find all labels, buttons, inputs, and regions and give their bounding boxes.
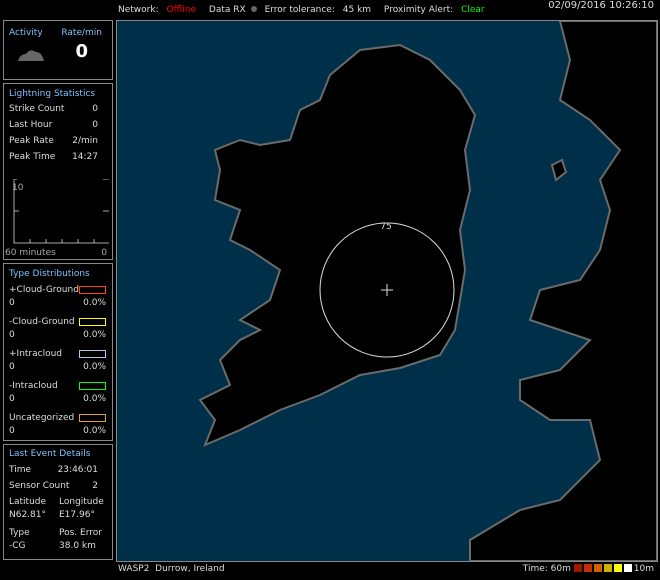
longitude-value: E17.96°: [59, 510, 95, 520]
type-percent: 0.0%: [83, 298, 106, 308]
type-label: +Cloud-Ground: [9, 285, 79, 295]
type-color-swatch: [79, 286, 106, 294]
time-scale-label: Time:: [522, 564, 548, 574]
longitude-label: Longitude: [59, 497, 104, 507]
graph-x-right: 0: [101, 248, 107, 258]
type-label: Type: [9, 528, 30, 538]
rate-label: Rate/min: [61, 28, 102, 38]
stat-row: Peak Time 14:27: [4, 149, 112, 165]
type-value: -CG: [9, 541, 26, 551]
stats-title: Lightning Statistics: [9, 89, 96, 99]
stat-label: Peak Time: [9, 152, 56, 162]
network-label: Network:: [118, 5, 159, 15]
time-scale-swatch: [573, 564, 582, 572]
type-color-swatch: [79, 414, 106, 422]
error-tolerance-value: 45 km: [342, 5, 372, 15]
cloud-icon: [18, 50, 44, 61]
stat-label: Strike Count: [9, 104, 65, 114]
map-canvas: 75: [198, 20, 658, 562]
time-value: 23:46:01: [57, 465, 98, 475]
pos-error-label: Pos. Error: [59, 528, 102, 538]
activity-panel: Activity Rate/min 0: [3, 20, 113, 80]
latitude-value: N62.81°: [9, 510, 46, 520]
type-item: -Cloud-Ground 0 0.0%: [4, 314, 112, 346]
time-scale-start: 60m: [550, 564, 571, 574]
stat-row: Last Hour 0: [4, 117, 112, 133]
proximity-label: Proximity Alert:: [383, 5, 454, 15]
type-label: +Intracloud: [9, 349, 63, 359]
last-event-title: Last Event Details: [9, 449, 91, 459]
rate-graph: [13, 179, 109, 244]
graph-x-unit: minutes: [19, 248, 56, 258]
footer: WASP2 Durrow, Ireland Time: 60m 10m: [118, 564, 660, 578]
type-percent: 0.0%: [83, 394, 106, 404]
latitude-label: Latitude: [9, 497, 47, 507]
type-label: -Cloud-Ground: [9, 317, 75, 327]
isle-of-man: [550, 158, 568, 182]
graph-x-left: 60: [5, 248, 17, 258]
stat-value: 0: [92, 120, 98, 130]
proximity-status: Clear: [461, 5, 485, 15]
lightning-map[interactable]: 75: [116, 20, 658, 562]
time-scale-swatch: [613, 564, 622, 572]
type-percent: 0.0%: [83, 362, 106, 372]
stat-row: Peak Rate 2/min: [4, 133, 112, 149]
stat-value: 0: [92, 104, 98, 114]
time-label: Time: [9, 465, 32, 475]
range-label: 75: [380, 222, 391, 232]
type-count: 0: [9, 426, 15, 436]
datetime: 02/09/2016 10:26:10: [548, 0, 654, 11]
stat-label: Last Hour: [9, 120, 53, 130]
time-scale-swatch: [623, 564, 632, 572]
time-scale-swatch: [583, 564, 592, 572]
station-location: Durrow, Ireland: [155, 564, 225, 574]
rate-value: 0: [75, 41, 88, 62]
type-item: Uncategorized 0 0.0%: [4, 410, 112, 442]
type-color-swatch: [79, 350, 106, 358]
type-label: -Intracloud: [9, 381, 58, 391]
type-item: -Intracloud 0 0.0%: [4, 378, 112, 410]
stat-value: 14:27: [72, 152, 98, 162]
last-event-panel: Last Event Details Time 23:46:01 Sensor C…: [3, 444, 113, 560]
graph-y-label: 10: [12, 183, 24, 193]
stat-value: 2/min: [72, 136, 98, 146]
pos-error-value: 38.0 km: [59, 541, 96, 551]
type-item: +Intracloud 0 0.0%: [4, 346, 112, 378]
station-name: WASP2: [118, 564, 150, 574]
type-count: 0: [9, 298, 15, 308]
type-count: 0: [9, 394, 15, 404]
type-count: 0: [9, 330, 15, 340]
type-color-swatch: [79, 318, 106, 326]
sensor-value: 2: [92, 481, 98, 491]
type-percent: 0.0%: [83, 330, 106, 340]
activity-title: Activity: [9, 28, 43, 38]
type-label: Uncategorized: [9, 413, 75, 423]
time-scale-end: 10m: [633, 564, 654, 574]
time-scale-legend: Time: 60m 10m: [523, 564, 654, 574]
data-rx-label: Data RX: [208, 5, 246, 15]
error-tolerance-label: Error tolerance:: [264, 5, 335, 15]
britain-landmass: [469, 20, 658, 562]
type-color-swatch: [79, 382, 106, 390]
types-title: Type Distributions: [9, 269, 90, 279]
stat-label: Peak Rate: [9, 136, 54, 146]
sensor-label: Sensor Count: [9, 481, 70, 491]
type-percent: 0.0%: [83, 426, 106, 436]
time-scale-swatch: [603, 564, 612, 572]
type-count: 0: [9, 362, 15, 372]
type-distributions-panel: Type Distributions +Cloud-Ground 0 0.0% -…: [3, 263, 113, 441]
network-status: Offline: [166, 5, 197, 15]
stat-row: Strike Count 0: [4, 101, 112, 117]
data-rx-indicator-icon: [250, 6, 257, 12]
time-scale-swatch: [593, 564, 602, 572]
type-item: +Cloud-Ground 0 0.0%: [4, 282, 112, 314]
lightning-statistics-panel: Lightning Statistics Strike Count 0 Last …: [3, 83, 113, 260]
